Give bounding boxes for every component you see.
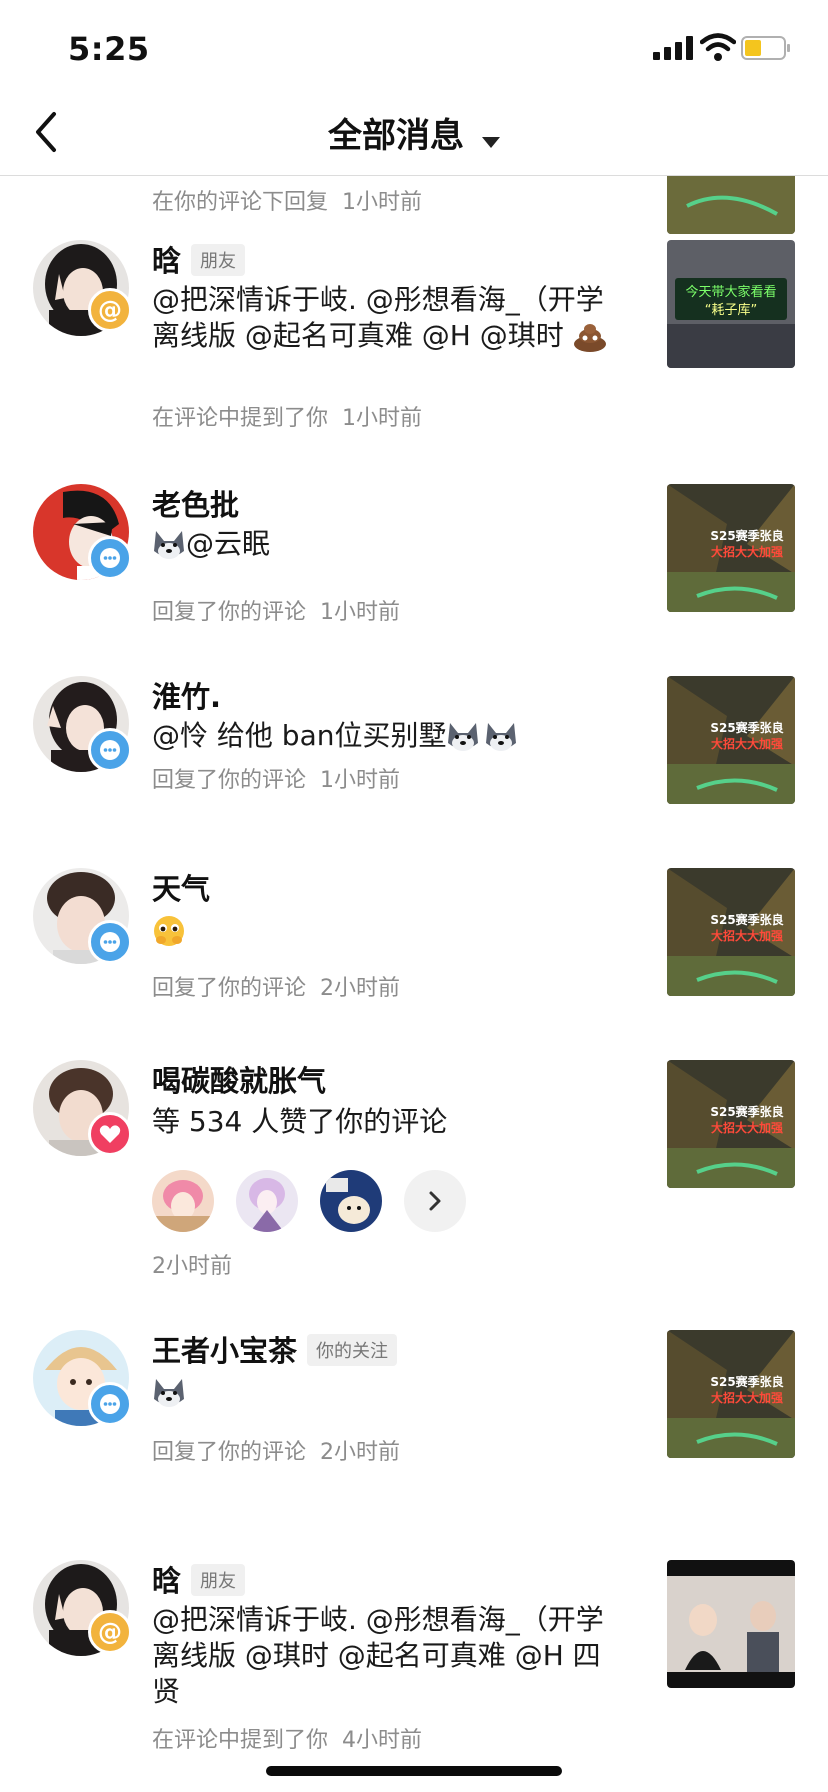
sender-name[interactable]: 老色批 (152, 482, 239, 524)
video-thumbnail[interactable]: S25赛季张良 大招大大加强 (667, 484, 795, 612)
list-item[interactable]: 喝碳酸就胀气 等 534 人赞了你的评论 2小时前 S25赛季张良 大招大大加强 (0, 1056, 828, 1316)
thumbnail-caption: 今天带大家看看 (685, 284, 776, 300)
notification-meta: 回复了你的评论 1小时前 (152, 600, 401, 625)
liker-avatar[interactable] (320, 1170, 382, 1232)
pleading-face-emoji-icon (154, 916, 184, 946)
notification-meta: 回复了你的评论 1小时前 (152, 768, 401, 793)
video-thumbnail[interactable]: S25赛季张良 大招大大加强 (667, 1330, 795, 1458)
poop-emoji-icon (573, 324, 606, 352)
video-thumbnail[interactable]: S25赛季张良 大招大大加强 (667, 676, 795, 804)
notification-meta: 回复了你的评论 2小时前 (152, 1440, 401, 1465)
thumbnail-caption: “耗子库” (705, 302, 757, 318)
thumbnail-caption: S25赛季张良 (710, 1374, 783, 1389)
notification-text: @把深情诉于岐. @彤想看海_（开学离线版 @琪时 @起名可真难 @H 四贤 (152, 1603, 604, 1708)
relation-tag: 朋友 (191, 244, 246, 276)
cellular-signal-icon (653, 36, 693, 60)
title-bar: 全部消息 (0, 108, 828, 157)
wifi-icon (700, 33, 736, 61)
notification-meta: 回复了你的评论 2小时前 (152, 976, 401, 1001)
status-time: 5:25 (68, 30, 150, 68)
sender-name[interactable]: 晗朋友 (152, 238, 246, 280)
notification-meta: 在评论中提到了你 4小时前 (152, 1728, 423, 1753)
thumbnail-caption: S25赛季张良 (710, 528, 783, 543)
video-thumbnail[interactable] (667, 1560, 795, 1688)
message-icon (88, 536, 132, 580)
message-list[interactable]: 在你的评论下回复 1小时前 @ 晗朋友 @把深情诉于岐. @彤想看海_（开学离线版… (0, 176, 828, 1792)
at-icon: @ (88, 288, 132, 332)
thumbnail-caption: S25赛季张良 (710, 1104, 783, 1119)
message-icon (88, 920, 132, 964)
thumbnail-caption: 大招大大加强 (711, 1120, 783, 1135)
list-item[interactable]: 天气 回复了你的评论 2小时前 S25赛季张良 大招大大加强 (0, 864, 828, 1054)
sender-name[interactable]: 王者小宝茶 你的关注 (152, 1328, 398, 1370)
liker-avatar[interactable] (152, 1170, 214, 1232)
notification-meta: 在评论中提到了你 1小时前 (152, 406, 423, 431)
list-item[interactable]: @ 晗朋友 @把深情诉于岐. @彤想看海_（开学离线版 @起名可真难 @H @琪… (0, 236, 828, 466)
thumbnail-caption: 大招大大加强 (711, 544, 783, 559)
thumbnail-caption: S25赛季张良 (710, 720, 783, 735)
notification-text: @怜 给他 ban位买别墅 (152, 718, 612, 754)
sender-name[interactable]: 晗朋友 (152, 1558, 246, 1600)
relation-tag: 你的关注 (307, 1334, 398, 1366)
message-icon (88, 728, 132, 772)
sender-name[interactable]: 喝碳酸就胀气 (152, 1058, 326, 1100)
list-item[interactable]: 淮竹. @怜 给他 ban位买别墅 回复了你的评论 1小时前 S25赛季张良 大招大… (0, 672, 828, 852)
thumbnail-caption: 大招大大加强 (711, 736, 783, 751)
video-thumbnail[interactable]: S25赛季张良 大招大大加强 (667, 1060, 795, 1188)
list-item-partial[interactable]: 在你的评论下回复 1小时前 (0, 176, 828, 236)
thumbnail-caption: S25赛季张良 (710, 912, 783, 927)
list-item[interactable]: @ 晗朋友 @把深情诉于岐. @彤想看海_（开学离线版 @琪时 @起名可真难 @… (0, 1556, 828, 1792)
liker-avatar[interactable] (236, 1170, 298, 1232)
notification-meta: 在你的评论下回复 1小时前 (152, 190, 423, 215)
sender-name[interactable]: 天气 (152, 866, 210, 908)
video-thumbnail[interactable]: S25赛季张良 大招大大加强 (667, 868, 795, 996)
page-title[interactable]: 全部消息 (328, 108, 464, 157)
notification-text (152, 1374, 612, 1410)
notification-text (152, 912, 612, 948)
husky-emoji-icon (486, 723, 517, 751)
chevron-right-icon (429, 1191, 441, 1211)
thumbnail-caption: 大招大大加强 (711, 928, 783, 943)
list-item[interactable]: 王者小宝茶 你的关注 回复了你的评论 2小时前 S25赛季张良 大招大大加强 (0, 1326, 828, 1506)
dropdown-caret-icon[interactable] (482, 137, 500, 148)
relation-tag: 朋友 (191, 1564, 246, 1596)
notification-text: 等 534 人赞了你的评论 (152, 1105, 448, 1138)
husky-emoji-icon (154, 531, 184, 559)
heart-icon (88, 1112, 132, 1156)
video-thumbnail[interactable]: 今天带大家看看 “耗子库” (667, 240, 795, 368)
at-icon: @ (88, 1610, 132, 1654)
husky-emoji-icon (154, 1379, 184, 1407)
list-item[interactable]: 老色批 @云眠 回复了你的评论 1小时前 S25赛季张良 大招大大加强 (0, 480, 828, 660)
husky-emoji-icon (448, 723, 479, 751)
notification-time: 2小时前 (152, 1254, 232, 1279)
thumbnail-caption: 大招大大加强 (711, 1390, 783, 1405)
video-thumbnail[interactable] (667, 176, 795, 234)
home-indicator (266, 1766, 562, 1776)
sender-name[interactable]: 淮竹. (152, 674, 221, 716)
battery-icon (741, 36, 790, 60)
message-icon (88, 1382, 132, 1426)
more-likers-button[interactable] (404, 1170, 466, 1232)
notification-text: @把深情诉于岐. @彤想看海_（开学离线版 @起名可真难 @H @琪时 (152, 282, 612, 354)
notification-text: @云眠 (152, 526, 612, 562)
